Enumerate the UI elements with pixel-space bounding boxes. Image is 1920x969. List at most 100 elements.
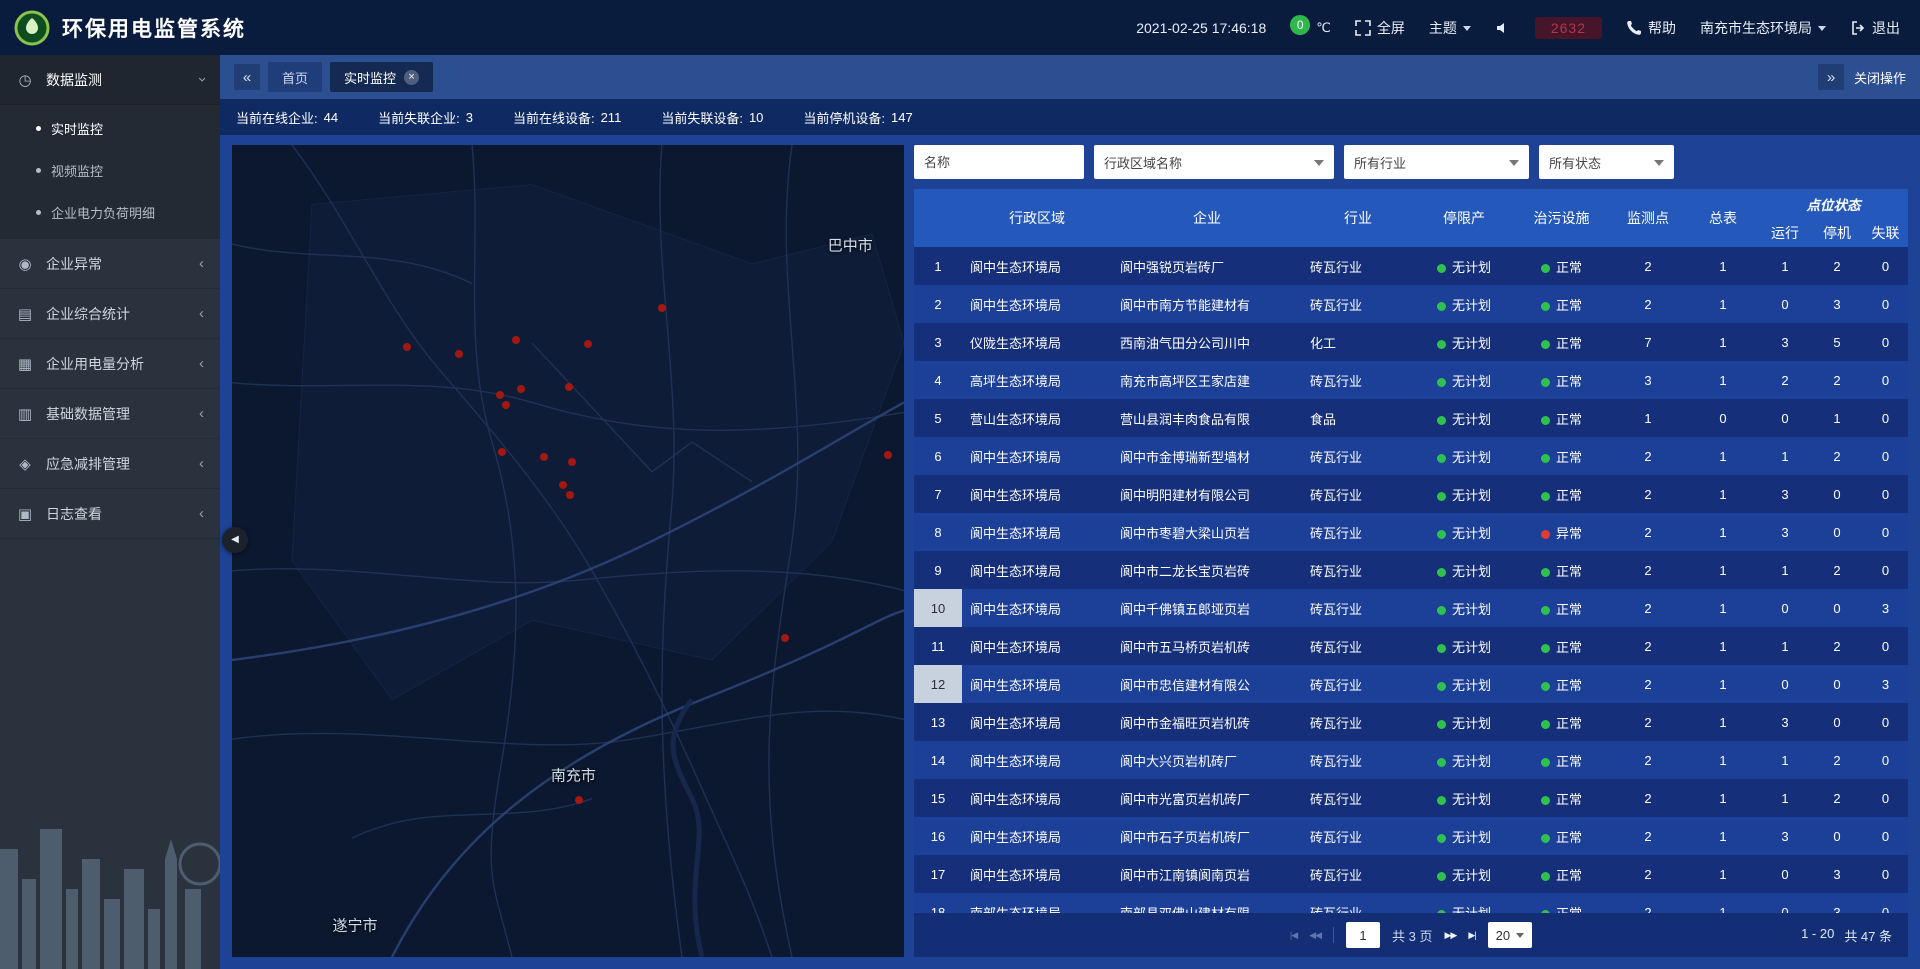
map-pin[interactable]	[562, 452, 582, 472]
status-dot-icon	[1437, 568, 1446, 577]
table-row[interactable]: 8 阆中生态环境局 阆中市枣碧大梁山页岩 砖瓦行业 无计划 异常 2 1 3 0…	[914, 513, 1908, 551]
close-operations-button[interactable]: 关闭操作	[1854, 68, 1906, 87]
row-running: 1	[1759, 551, 1811, 589]
page-number-input[interactable]: 1	[1346, 922, 1380, 948]
speaker-icon[interactable]	[1495, 20, 1511, 36]
sidebar-group[interactable]: ◈ 应急减排管理 ‹	[0, 439, 220, 489]
table-row[interactable]: 10 阆中生态环境局 阆中千佛镇五郎垭页岩 砖瓦行业 无计划 正常 2 1 0 …	[914, 589, 1908, 627]
table-row[interactable]: 14 阆中生态环境局 阆中大兴页岩机砖厂 砖瓦行业 无计划 正常 2 1 1 2…	[914, 741, 1908, 779]
row-total-meter: 1	[1687, 703, 1759, 741]
row-production-status: 无计划	[1414, 855, 1514, 893]
row-production-status: 无计划	[1414, 323, 1514, 361]
map-pin[interactable]	[775, 628, 795, 648]
table-row[interactable]: 16 阆中生态环境局 阆中市石子页岩机砖厂 砖瓦行业 无计划 正常 2 1 3 …	[914, 817, 1908, 855]
map-pin[interactable]	[569, 790, 589, 810]
row-stopped: 3	[1811, 285, 1863, 323]
sidebar-subitem[interactable]: 企业电力负荷明细	[0, 191, 220, 233]
map-pin[interactable]	[559, 377, 579, 397]
table-row[interactable]: 3 仪陇生态环境局 西南油气田分公司川中 化工 无计划 正常 7 1 3 5 0	[914, 323, 1908, 361]
map-pin[interactable]	[496, 395, 516, 415]
map-pin[interactable]	[560, 485, 580, 505]
table-row[interactable]: 18 南部生态环境局 南部县双佛山建材有限 砖瓦行业 无计划 正常 2 1 0 …	[914, 893, 1908, 913]
table-row[interactable]: 1 阆中生态环境局 阆中强锐页岩砖厂 砖瓦行业 无计划 正常 2 1 1 2 0	[914, 247, 1908, 285]
prev-page-button[interactable]: ◀◀	[1309, 930, 1321, 941]
row-industry: 化工	[1302, 323, 1414, 361]
page-size-select[interactable]: 20	[1488, 922, 1532, 948]
row-stopped: 1	[1811, 399, 1863, 437]
status-dot-icon	[1541, 720, 1550, 729]
row-monitor-points: 2	[1609, 703, 1687, 741]
sidebar-group[interactable]: ◷ 数据监测 ‹	[0, 55, 220, 105]
table-row[interactable]: 2 阆中生态环境局 阆中市南方节能建材有 砖瓦行业 无计划 正常 2 1 0 3…	[914, 285, 1908, 323]
table-row[interactable]: 13 阆中生态环境局 阆中市金福旺页岩机砖 砖瓦行业 无计划 正常 2 1 3 …	[914, 703, 1908, 741]
row-production-status: 无计划	[1414, 399, 1514, 437]
tab[interactable]: 实时监控 ×	[330, 62, 433, 92]
row-industry: 砖瓦行业	[1302, 703, 1414, 741]
map-panel[interactable]: 巴中市南充市遂宁市	[232, 145, 904, 957]
table-row[interactable]: 7 阆中生态环境局 阆中明阳建材有限公司 砖瓦行业 无计划 正常 2 1 3 0…	[914, 475, 1908, 513]
row-production-status: 无计划	[1414, 741, 1514, 779]
sidebar-group[interactable]: ▤ 企业综合统计 ‹	[0, 289, 220, 339]
map-pin[interactable]	[652, 298, 672, 318]
sidebar-group[interactable]: ▦ 企业用电量分析 ‹	[0, 339, 220, 389]
collapse-panel-button[interactable]: ◀	[222, 527, 248, 553]
org-dropdown[interactable]: 南充市生态环境局	[1700, 18, 1826, 38]
tab-scroll-right-icon[interactable]: »	[1818, 64, 1844, 90]
chevron-icon: ‹	[199, 405, 204, 422]
brand: 环保用电监管系统	[14, 10, 246, 46]
row-monitor-points: 2	[1609, 893, 1687, 913]
row-offline: 0	[1863, 855, 1908, 893]
map-pin[interactable]	[492, 442, 512, 462]
table-row[interactable]: 9 阆中生态环境局 阆中市二龙长宝页岩砖 砖瓦行业 无计划 正常 2 1 1 2…	[914, 551, 1908, 589]
sidebar-group[interactable]: ▣ 日志查看 ‹	[0, 489, 220, 539]
city-silhouette-decoration	[0, 769, 220, 969]
table-row[interactable]: 17 阆中生态环境局 阆中市江南镇阆南页岩 砖瓦行业 无计划 正常 2 1 0 …	[914, 855, 1908, 893]
table-row[interactable]: 6 阆中生态环境局 阆中市金博瑞新型墙材 砖瓦行业 无计划 正常 2 1 1 2…	[914, 437, 1908, 475]
chevron-icon: ‹	[193, 77, 210, 82]
menu-icon: ◷	[16, 71, 34, 89]
theme-dropdown[interactable]: 主题	[1429, 18, 1471, 38]
table-row[interactable]: 15 阆中生态环境局 阆中市光富页岩机砖厂 砖瓦行业 无计划 正常 2 1 1 …	[914, 779, 1908, 817]
row-industry: 砖瓦行业	[1302, 513, 1414, 551]
row-index: 8	[914, 513, 962, 551]
sidebar-group[interactable]: ◉ 企业异常 ‹	[0, 239, 220, 289]
row-monitor-points: 2	[1609, 741, 1687, 779]
last-page-button[interactable]: ▶|	[1468, 930, 1475, 941]
row-company: 阆中市枣碧大梁山页岩	[1112, 513, 1302, 551]
row-company: 阆中市光富页岩机砖厂	[1112, 779, 1302, 817]
name-search-input[interactable]	[914, 145, 1084, 179]
table-row[interactable]: 12 阆中生态环境局 阆中市忠信建材有限公 砖瓦行业 无计划 正常 2 1 0 …	[914, 665, 1908, 703]
sidebar-subitem[interactable]: 实时监控	[0, 107, 220, 149]
row-total-meter: 1	[1687, 817, 1759, 855]
map-pin[interactable]	[449, 344, 469, 364]
row-production-status: 无计划	[1414, 779, 1514, 817]
help-button[interactable]: 帮助	[1626, 18, 1676, 38]
table-row[interactable]: 4 高坪生态环境局 南充市高坪区王家店建 砖瓦行业 无计划 正常 3 1 2 2…	[914, 361, 1908, 399]
tab-scroll-left-icon[interactable]: «	[234, 64, 260, 90]
tab[interactable]: 首页	[268, 62, 322, 92]
next-page-button[interactable]: ▶▶	[1445, 930, 1457, 941]
map-pin[interactable]	[397, 337, 417, 357]
first-page-button[interactable]: |◀	[1290, 930, 1297, 941]
industry-select[interactable]: 所有行业	[1344, 145, 1529, 179]
status-select[interactable]: 所有状态	[1539, 145, 1674, 179]
status-dot-icon	[1437, 340, 1446, 349]
alert-count-badge[interactable]: 2632	[1535, 17, 1602, 39]
region-select[interactable]: 行政区域名称	[1094, 145, 1334, 179]
close-icon[interactable]: ×	[404, 70, 419, 85]
fullscreen-button[interactable]: 全屏	[1355, 18, 1405, 38]
row-industry: 砖瓦行业	[1302, 817, 1414, 855]
status-dot-icon	[1541, 606, 1550, 615]
map-pin[interactable]	[506, 330, 526, 350]
map-pin[interactable]	[534, 447, 554, 467]
logout-button[interactable]: 退出	[1850, 18, 1900, 38]
row-industry: 砖瓦行业	[1302, 551, 1414, 589]
map-pin[interactable]	[578, 334, 598, 354]
status-dot-icon	[1437, 834, 1446, 843]
table-row[interactable]: 5 营山生态环境局 营山县润丰肉食品有限 食品 无计划 正常 1 0 0 1 0	[914, 399, 1908, 437]
sidebar-group[interactable]: ▥ 基础数据管理 ‹	[0, 389, 220, 439]
sidebar-subitem[interactable]: 视频监控	[0, 149, 220, 191]
table-row[interactable]: 11 阆中生态环境局 阆中市五马桥页岩机砖 砖瓦行业 无计划 正常 2 1 1 …	[914, 627, 1908, 665]
map-pin[interactable]	[878, 445, 898, 465]
stat-value: 44	[324, 110, 338, 125]
